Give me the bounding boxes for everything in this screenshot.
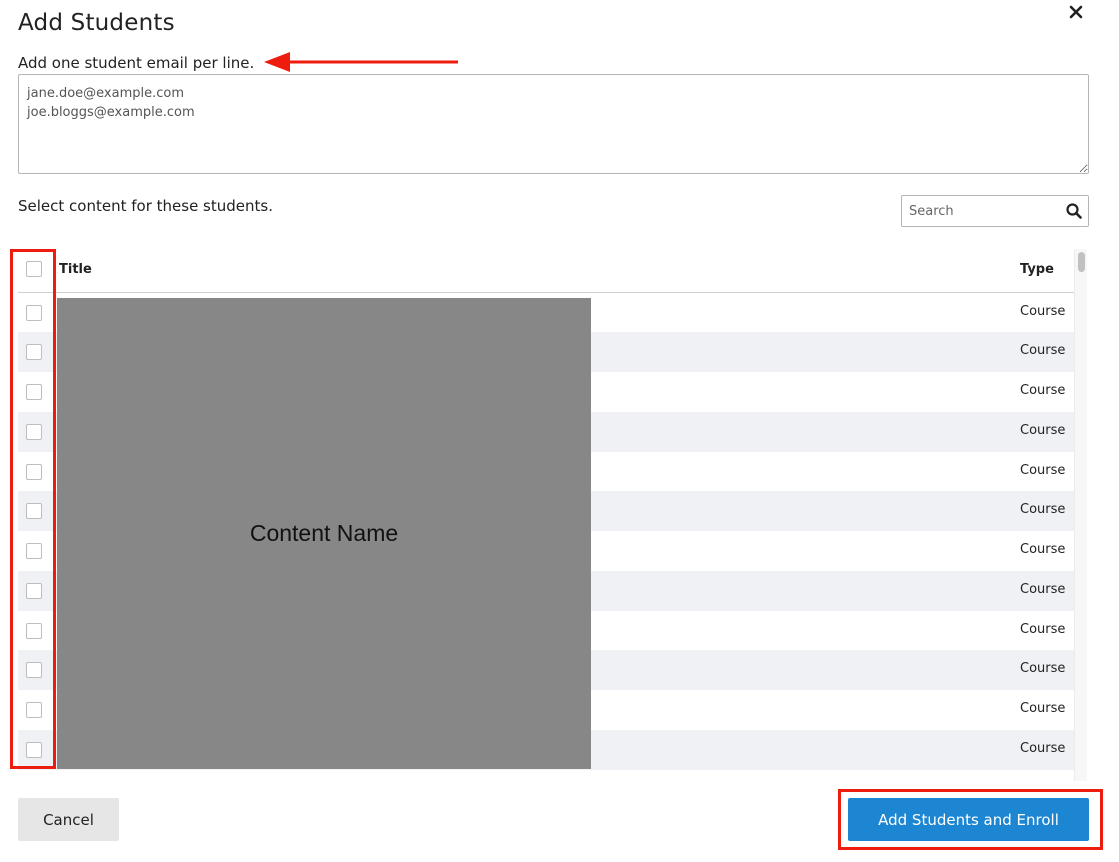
row-checkbox[interactable] bbox=[26, 702, 42, 718]
table-header: Title Type bbox=[18, 249, 1074, 293]
row-type: Course bbox=[1020, 701, 1066, 716]
search-icon[interactable] bbox=[1066, 203, 1082, 223]
row-checkbox[interactable] bbox=[26, 464, 42, 480]
row-checkbox[interactable] bbox=[26, 742, 42, 758]
email-instruction: Add one student email per line. bbox=[18, 54, 255, 72]
student-emails-field[interactable] bbox=[18, 74, 1089, 174]
column-header-type: Type bbox=[1020, 262, 1054, 277]
select-all-checkbox[interactable] bbox=[26, 261, 42, 277]
column-header-title: Title bbox=[59, 262, 92, 277]
add-students-enroll-button[interactable]: Add Students and Enroll bbox=[848, 798, 1089, 841]
select-content-prompt: Select content for these students. bbox=[18, 197, 273, 215]
row-checkbox[interactable] bbox=[26, 305, 42, 321]
row-type: Course bbox=[1020, 741, 1066, 756]
row-type: Course bbox=[1020, 582, 1066, 597]
row-type: Course bbox=[1020, 502, 1066, 517]
row-type: Course bbox=[1020, 423, 1066, 438]
close-icon[interactable] bbox=[1069, 4, 1083, 24]
content-table: Title Type Course Course Course Course C… bbox=[18, 249, 1089, 781]
row-type: Course bbox=[1020, 542, 1066, 557]
row-checkbox[interactable] bbox=[26, 424, 42, 440]
annotation-arrow-icon bbox=[264, 52, 458, 72]
table-row[interactable] bbox=[18, 769, 1074, 781]
row-checkbox[interactable] bbox=[26, 623, 42, 639]
dialog-title: Add Students bbox=[18, 10, 175, 36]
row-type: Course bbox=[1020, 661, 1066, 676]
row-checkbox[interactable] bbox=[26, 583, 42, 599]
row-type: Course bbox=[1020, 622, 1066, 637]
row-type: Course bbox=[1020, 304, 1066, 319]
content-name-label: Content Name bbox=[249, 520, 399, 546]
content-name-placeholder: Content Name bbox=[57, 298, 591, 769]
content-search bbox=[901, 195, 1089, 227]
row-checkbox[interactable] bbox=[26, 344, 42, 360]
row-type: Course bbox=[1020, 463, 1066, 478]
search-input[interactable] bbox=[902, 196, 1062, 226]
table-scrollbar[interactable] bbox=[1074, 249, 1087, 781]
scrollbar-thumb[interactable] bbox=[1078, 252, 1085, 272]
row-type: Course bbox=[1020, 343, 1066, 358]
row-checkbox[interactable] bbox=[26, 543, 42, 559]
row-checkbox[interactable] bbox=[26, 662, 42, 678]
cancel-button[interactable]: Cancel bbox=[18, 798, 119, 841]
row-type: Course bbox=[1020, 383, 1066, 398]
row-checkbox[interactable] bbox=[26, 503, 42, 519]
row-checkbox[interactable] bbox=[26, 384, 42, 400]
